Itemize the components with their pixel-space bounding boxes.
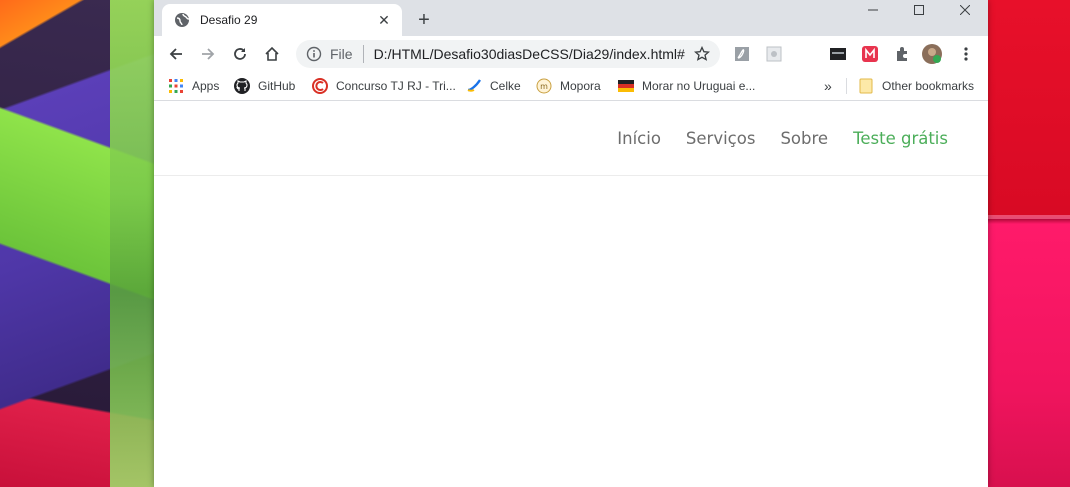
profile-avatar-icon[interactable] [922,44,942,64]
back-button[interactable] [164,42,188,66]
home-button[interactable] [260,42,284,66]
tab-close-icon[interactable]: ✕ [372,8,396,32]
svg-text:m: m [540,82,548,91]
nav-cta-teste-gratis[interactable]: Teste grátis [853,129,948,148]
concurso-icon [312,78,328,94]
bookmark-label: Other bookmarks [882,79,975,93]
bookmarks-bar: Apps GitHub Concurso TJ RJ - Tri... Celk… [154,72,988,101]
omnibox-divider [362,45,364,63]
address-bar[interactable]: File D:/HTML/Desafio30diasDeCSS/Dia29/in… [296,40,720,68]
bookmark-star-icon[interactable] [692,44,712,64]
bookmark-label: Apps [192,79,220,93]
globe-icon [174,12,190,28]
crescent-extension-icon[interactable] [796,44,816,64]
tab-strip: Desafio 29 ✕ + [154,0,988,36]
site-navbar: Início Serviços Sobre Teste grátis [154,105,988,176]
grid-extension-icon[interactable] [764,44,784,64]
bookmark-mopora[interactable]: m Mopora [536,72,601,100]
pdf-extension-icon[interactable] [732,44,752,64]
flag-icon [618,78,634,94]
bookmark-concurso[interactable]: Concurso TJ RJ - Tri... [312,72,456,100]
url-scheme-label: File [330,46,353,62]
nav-link-servicos[interactable]: Serviços [686,129,756,148]
bookmark-label: Morar no Uruguai e... [642,79,756,93]
desktop-wallpaper-right [988,0,1070,487]
bookmarks-divider [846,78,847,94]
forward-button[interactable] [196,42,220,66]
bookmark-celke[interactable]: Celke [466,72,521,100]
bookmark-github[interactable]: GitHub [234,72,295,100]
browser-window: Desafio 29 ✕ + File D:/HTML/Desafio30dia… [154,0,988,487]
maximize-button[interactable] [896,0,942,20]
new-tab-button[interactable]: + [412,8,436,32]
browser-toolbar: File D:/HTML/Desafio30diasDeCSS/Dia29/in… [154,36,988,72]
nav-links: Início Serviços Sobre Teste grátis [617,129,948,148]
bookmark-label: Concurso TJ RJ - Tri... [336,79,456,93]
reload-button[interactable] [228,42,252,66]
bookmark-label: Mopora [560,79,601,93]
info-icon[interactable] [306,46,322,62]
nav-link-sobre[interactable]: Sobre [780,129,828,148]
mopora-icon: m [536,78,552,94]
new-extension-icon[interactable] [828,44,848,64]
apps-grid-icon [168,78,184,94]
desktop-wallpaper-left [0,0,156,487]
bookmarks-overflow-button[interactable]: » [824,72,832,100]
bookmark-label: GitHub [258,79,296,93]
bookmark-label: Celke [490,79,521,93]
bookmark-apps[interactable]: Apps [168,72,219,100]
menu-kebab-icon[interactable] [956,44,976,64]
tab-title: Desafio 29 [200,13,258,27]
url-text[interactable]: D:/HTML/Desafio30diasDeCSS/Dia29/index.h… [374,46,692,62]
folder-icon [858,78,874,94]
close-window-button[interactable] [942,0,988,20]
m-extension-icon[interactable] [860,44,880,64]
minimize-button[interactable] [850,0,896,20]
nav-link-inicio[interactable]: Início [617,129,661,148]
tab-desafio-29[interactable]: Desafio 29 ✕ [162,4,402,36]
other-bookmarks-folder[interactable]: Other bookmarks [858,72,974,100]
github-icon [234,78,250,94]
page-viewport: Início Serviços Sobre Teste grátis [154,105,988,487]
bookmark-morar-uruguai[interactable]: Morar no Uruguai e... [618,72,755,100]
celke-icon [466,78,482,94]
puzzle-extensions-icon[interactable] [892,44,912,64]
